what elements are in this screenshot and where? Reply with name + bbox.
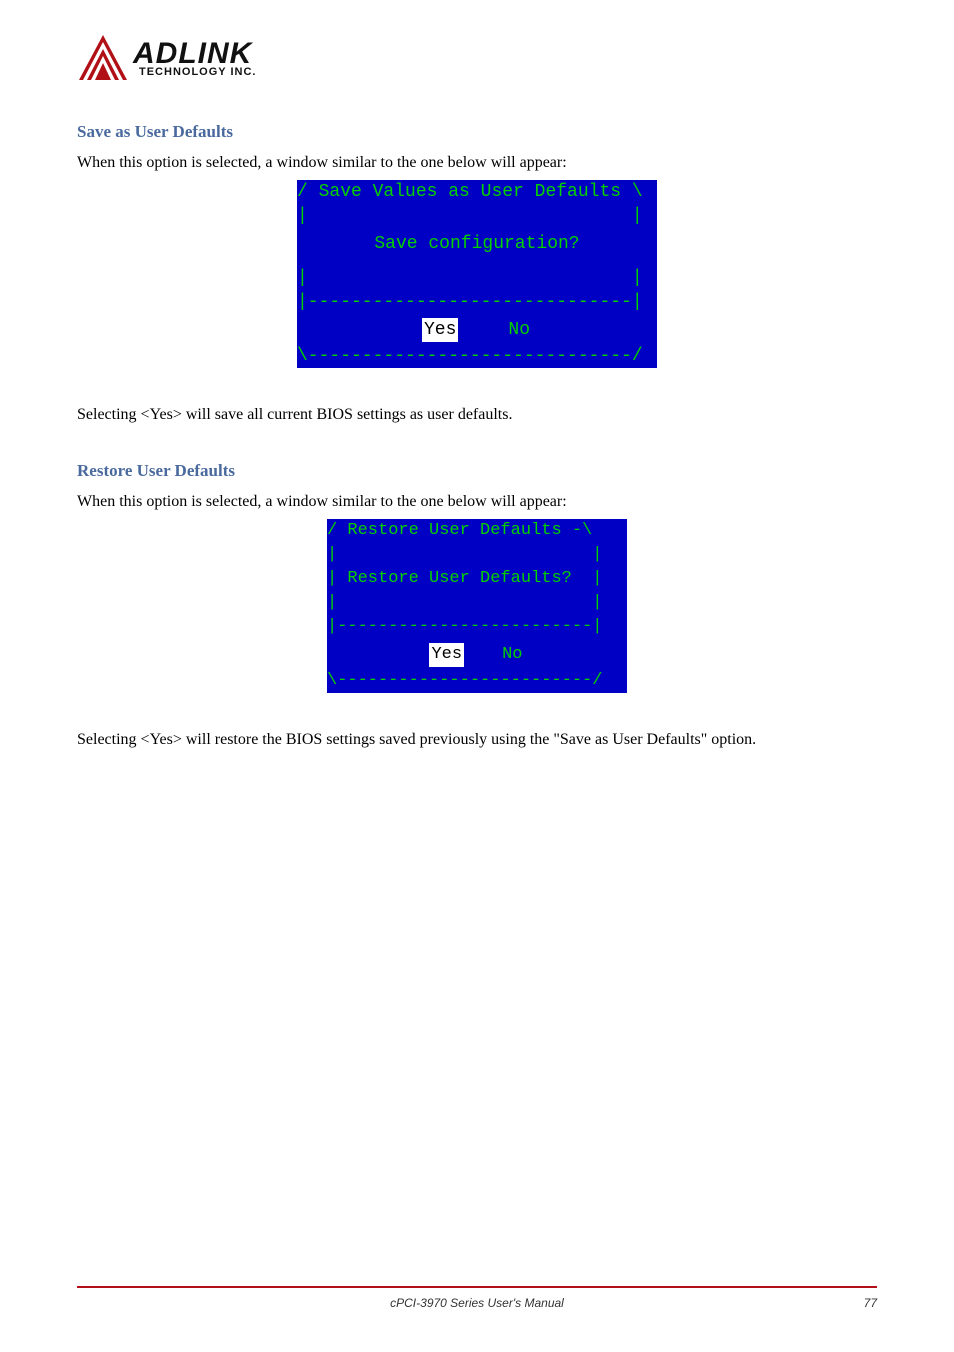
document-page: ADLINK TECHNOLOGY INC. Save as User Defa… [0, 0, 954, 1352]
dialog-message: Restore User Defaults? [347, 569, 571, 588]
dialog-title: Save Values as User Defaults [319, 182, 621, 202]
logo: ADLINK TECHNOLOGY INC. [77, 32, 877, 84]
section-save-user-defaults: Save as User Defaults When this option i… [77, 122, 877, 425]
dialog-wrap: / Save Values as User Defaults \ | | Sav… [77, 180, 877, 368]
dialog-buttons: Yes No [297, 314, 657, 344]
yes-button[interactable]: Yes [422, 318, 458, 342]
yes-button[interactable]: Yes [429, 643, 464, 667]
bios-dialog-restore: / Restore User Defaults -\ | | | Restore… [327, 519, 627, 693]
section-intro: When this option is selected, a window s… [77, 152, 877, 174]
dialog-wrap: / Restore User Defaults -\ | | | Restore… [77, 519, 877, 693]
ascii-border-side: | | [327, 543, 627, 567]
logo-text: ADLINK TECHNOLOGY INC. [133, 39, 256, 78]
section-heading: Restore User Defaults [77, 461, 877, 481]
ascii-border-bottom: \------------------------------/ [297, 344, 657, 368]
ascii-border-bottom: \-------------------------/ [327, 669, 627, 693]
ascii-border-top: / Restore User Defaults -\ [327, 519, 627, 543]
logo-mark-icon [77, 32, 129, 84]
bios-dialog-save: / Save Values as User Defaults \ | | Sav… [297, 180, 657, 368]
section-intro: When this option is selected, a window s… [77, 491, 877, 513]
section-after: Selecting <Yes> will restore the BIOS se… [77, 729, 877, 751]
ascii-border-top: / Save Values as User Defaults \ [297, 180, 657, 204]
dialog-title: Restore User Defaults [347, 521, 561, 540]
logo-sub-text: TECHNOLOGY INC. [139, 67, 256, 78]
dialog-message-line: | Restore User Defaults? | [327, 567, 627, 591]
logo-main-text: ADLINK [133, 39, 256, 69]
ascii-border-side: | | [297, 266, 657, 290]
footer-page-number: 77 [864, 1296, 877, 1310]
ascii-border-side: | | [327, 591, 627, 615]
dialog-buttons: Yes No [327, 639, 627, 669]
section-heading: Save as User Defaults [77, 122, 877, 142]
section-after: Selecting <Yes> will save all current BI… [77, 404, 877, 426]
ascii-border-mid: |-------------------------| [327, 615, 627, 639]
no-button[interactable]: No [506, 318, 532, 342]
ascii-border-mid: |------------------------------| [297, 290, 657, 314]
content: Save as User Defaults When this option i… [77, 122, 877, 750]
section-restore-user-defaults: Restore User Defaults When this option i… [77, 461, 877, 750]
footer-text: cPCI-3970 Series User's Manual [77, 1296, 877, 1310]
footer-rule [77, 1286, 877, 1288]
no-button[interactable]: No [500, 643, 524, 667]
dialog-message: Save configuration? [297, 228, 657, 266]
ascii-border-side: | | [297, 204, 657, 228]
